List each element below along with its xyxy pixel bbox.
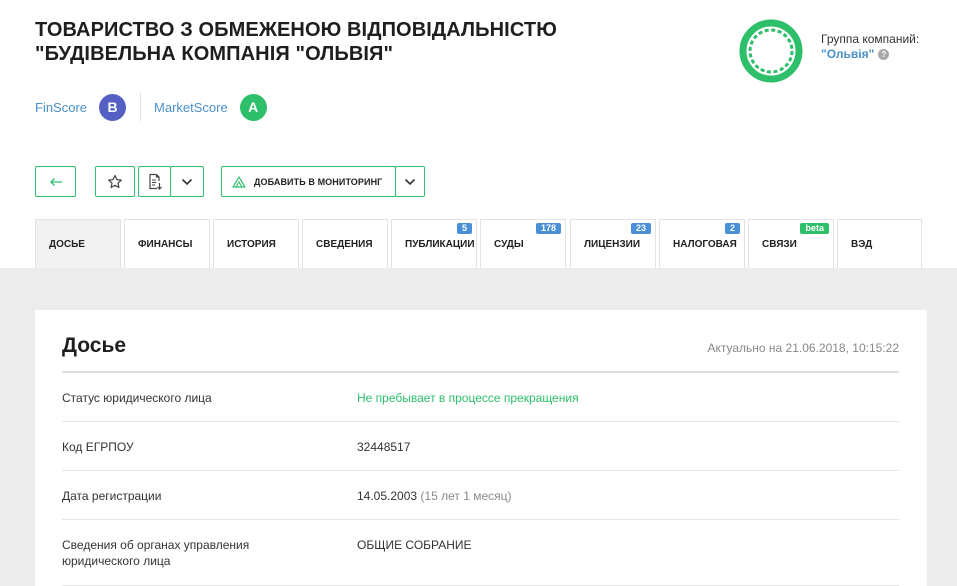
publications-count-badge: 5 (456, 223, 472, 234)
star-icon (108, 174, 122, 188)
tab-label: ДОСЬЕ (49, 239, 85, 250)
tab-label: ФИНАНСЫ (138, 239, 193, 250)
tab-publications[interactable]: ПУБЛИКАЦИИ 5 (391, 219, 477, 268)
export-button[interactable] (138, 166, 171, 197)
updated-timestamp: Актуально на 21.06.2018, 10:15:22 (707, 341, 899, 355)
table-row: Сведения об органах управления юридическ… (62, 520, 899, 586)
add-to-monitoring-label: ДОБАВИТЬ В МОНИТОРИНГ (254, 176, 383, 187)
edrpou-value: 32448517 (357, 440, 411, 454)
company-header: ТОВАРИСТВО З ОБМЕЖЕНОЮ ВІДПОВІДАЛЬНІСТЮ … (0, 0, 957, 268)
help-icon[interactable]: ? (878, 48, 890, 60)
finscore-link[interactable]: FinScore (35, 100, 87, 115)
legal-status-value: Не пребывает в процессе прекращения (357, 391, 579, 405)
tab-label: СУДЫ (494, 239, 524, 250)
tab-licenses[interactable]: ЛИЦЕНЗИИ 23 (570, 219, 656, 268)
licenses-count-badge: 23 (630, 223, 651, 234)
tab-label: СВЯЗИ (762, 239, 797, 250)
table-row: Статус юридического лица Не пребывает в … (62, 373, 899, 422)
back-button[interactable] (35, 166, 76, 197)
tab-dossier[interactable]: ДОСЬЕ (35, 219, 121, 268)
management-bodies-value: ОБЩИЕ СОБРАНИЕ (357, 538, 472, 552)
courts-count-badge: 178 (535, 223, 561, 234)
registration-age: (15 лет 1 месяц) (420, 489, 512, 503)
tab-history[interactable]: ИСТОРИЯ (213, 219, 299, 268)
company-group-logo-icon[interactable] (739, 19, 803, 83)
tax-count-badge: 2 (724, 223, 740, 234)
score-divider (140, 93, 142, 121)
chevron-down-icon (181, 178, 193, 185)
registration-date-value: 14.05.2003 (15 лет 1 месяц) (357, 488, 512, 504)
tab-label: ПУБЛИКАЦИИ (405, 239, 475, 250)
arrow-left-icon (49, 177, 62, 186)
tab-connections[interactable]: СВЯЗИ beta (748, 219, 834, 268)
registration-date: 14.05.2003 (357, 489, 418, 503)
row-label: Дата регистрации (62, 489, 162, 503)
favorite-button[interactable] (95, 166, 135, 197)
document-export-icon (148, 173, 162, 190)
tab-courts[interactable]: СУДЫ 178 (480, 219, 566, 268)
table-row: Дата регистрации 14.05.2003 (15 лет 1 ме… (62, 471, 899, 520)
tab-info[interactable]: СВЕДЕНИЯ (302, 219, 388, 268)
tab-foreign-trade[interactable]: ВЭД (837, 219, 922, 268)
chevron-down-icon (404, 178, 416, 185)
dossier-title: Досье (62, 334, 127, 357)
tab-label: НАЛОГОВАЯ (673, 239, 737, 250)
monitoring-icon (232, 175, 246, 188)
tab-label: ВЭД (851, 239, 873, 250)
finscore-grade-badge[interactable]: B (99, 93, 127, 121)
tab-label: ИСТОРИЯ (227, 239, 276, 250)
table-row: Код ЕГРПОУ 32448517 (62, 422, 899, 471)
company-group-label: Группа компаний: (821, 32, 920, 46)
company-group-name[interactable]: "Ольвія" (821, 47, 874, 61)
tab-label: СВЕДЕНИЯ (316, 239, 373, 250)
company-title: ТОВАРИСТВО З ОБМЕЖЕНОЮ ВІДПОВІДАЛЬНІСТЮ … (35, 19, 557, 65)
scores-bar: FinScore B MarketScore A (35, 93, 267, 121)
dossier-card: Досье Актуально на 21.06.2018, 10:15:22 … (35, 310, 927, 586)
monitoring-dropdown-button[interactable] (395, 166, 425, 197)
tab-label: ЛИЦЕНЗИИ (584, 239, 641, 250)
add-to-monitoring-button[interactable]: ДОБАВИТЬ В МОНИТОРИНГ (221, 166, 396, 197)
tab-finance[interactable]: ФИНАНСЫ (124, 219, 210, 268)
row-label: Сведения об органах управления юридическ… (62, 538, 250, 568)
marketscore-link[interactable]: MarketScore (154, 100, 228, 115)
company-group-link[interactable]: "Ольвія" ? (821, 47, 890, 61)
row-label: Код ЕГРПОУ (62, 440, 134, 454)
tab-tax[interactable]: НАЛОГОВАЯ 2 (659, 219, 745, 268)
beta-badge: beta (800, 223, 829, 234)
row-label: Статус юридического лица (62, 391, 212, 405)
marketscore-grade-badge[interactable]: A (239, 93, 267, 121)
export-dropdown-button[interactable] (170, 166, 204, 197)
